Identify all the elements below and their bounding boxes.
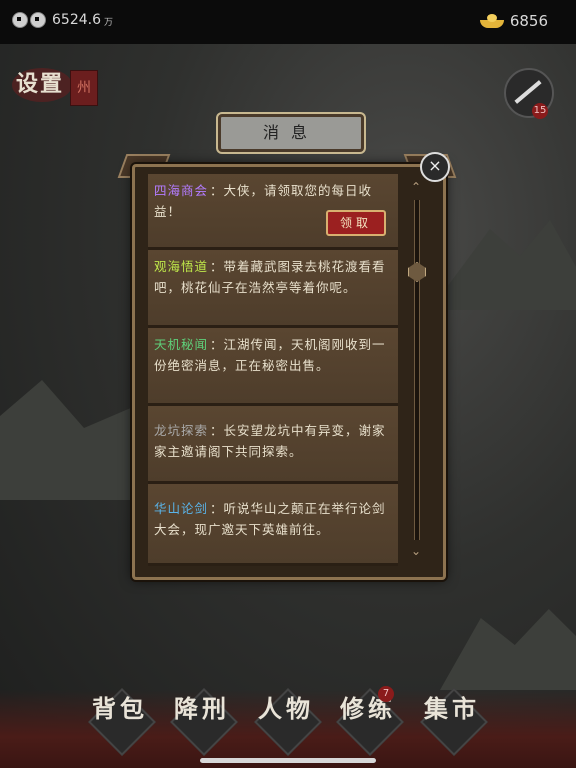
scroll-thumb[interactable]	[408, 262, 426, 282]
message-item[interactable]: 华山论剑 ：听说华山之颠正在举行论剑大会，现广邀天下英雄前往。	[148, 484, 398, 566]
coin-icon	[30, 12, 46, 28]
nav-market-label: 集市	[424, 694, 480, 723]
map-mountain	[440, 609, 576, 690]
message-item[interactable]: 四海商会 ：大侠，请领取您的每日收益！ 领取	[148, 174, 398, 250]
message-sender: 观海悟道	[154, 259, 209, 274]
message-text: 华山论剑 ：听说华山之颠正在举行论剑大会，现广邀天下英雄前往。	[154, 490, 392, 540]
nav-subdue-button[interactable]: 降刑	[170, 688, 238, 756]
nav-market-button[interactable]: 集市	[420, 688, 488, 756]
scroll-down-icon[interactable]: ⌄	[408, 544, 424, 558]
scroll-up-icon[interactable]: ⌃	[408, 180, 424, 194]
nav-characters-button[interactable]: 人物	[254, 688, 322, 756]
message-text: 天机秘闻 ：江湖传闻，天机阁刚收到一份绝密消息，正在秘密出售。	[154, 334, 392, 376]
nav-bag-label: 背包	[92, 694, 148, 723]
close-button[interactable]: ×	[420, 152, 450, 182]
message-sender: 天机秘闻	[154, 337, 209, 352]
scrollbar[interactable]: ⌃ ⌄	[408, 178, 426, 562]
gold-amount: 6856	[509, 12, 548, 30]
top-resource-bar: 6524.6 万 6856	[0, 0, 576, 44]
message-text: 龙坑探索 ：长安望龙坑中有异变，谢家家主邀请阁下共同探索。	[154, 412, 392, 462]
scroll-rail	[414, 200, 420, 540]
silver-unit: 万	[104, 18, 114, 28]
close-icon: ×	[428, 156, 442, 175]
nav-characters-label: 人物	[258, 694, 314, 723]
message-text: 观海悟道 ：带着藏武图录去桃花渡看看吧，桃花仙子在浩然亭等着你呢。	[154, 256, 392, 298]
gold-counter: 6856	[479, 12, 548, 30]
message-list[interactable]: 四海商会 ：大侠，请领取您的每日收益！ 领取 观海悟道 ：带着藏武图录去桃花渡看看吧…	[148, 174, 398, 566]
claim-button[interactable]: 领取	[326, 210, 386, 236]
hero-notification-badge: 15	[532, 103, 548, 119]
message-sender: 华山论剑	[154, 501, 209, 516]
nav-subdue-label: 降刑	[174, 694, 230, 723]
message-item[interactable]: 天机秘闻 ：江湖传闻，天机阁刚收到一份绝密消息，正在秘密出售。	[148, 328, 398, 406]
gold-ingot-icon	[479, 14, 504, 28]
message-item[interactable]: 观海悟道 ：带着藏武图录去桃花渡看看吧，桃花仙子在浩然亭等着你呢。	[148, 250, 398, 328]
training-notification-badge: 7	[378, 686, 394, 702]
message-dialog: 消息 × 四海商会 ：大侠，请领取您的每日收益！ 领取 观海悟道 ：带着藏武图录去桃…	[117, 114, 457, 582]
dialog-title: 消息	[218, 114, 364, 152]
coin-icon	[12, 12, 28, 28]
map-mountain	[0, 380, 140, 500]
home-indicator[interactable]	[200, 758, 376, 763]
message-item[interactable]: 龙坑探索 ：长安望龙坑中有异变，谢家家主邀请阁下共同探索。	[148, 406, 398, 484]
settings-label: 设置	[16, 71, 65, 97]
silver-amount: 6524.6	[52, 12, 101, 28]
message-sender: 四海商会	[154, 183, 209, 198]
silver-counter: 6524.6 万	[12, 12, 113, 28]
city-marker[interactable]: 州	[70, 70, 98, 106]
message-sender: 龙坑探索	[154, 423, 209, 438]
nav-bag-button[interactable]: 背包	[88, 688, 156, 756]
